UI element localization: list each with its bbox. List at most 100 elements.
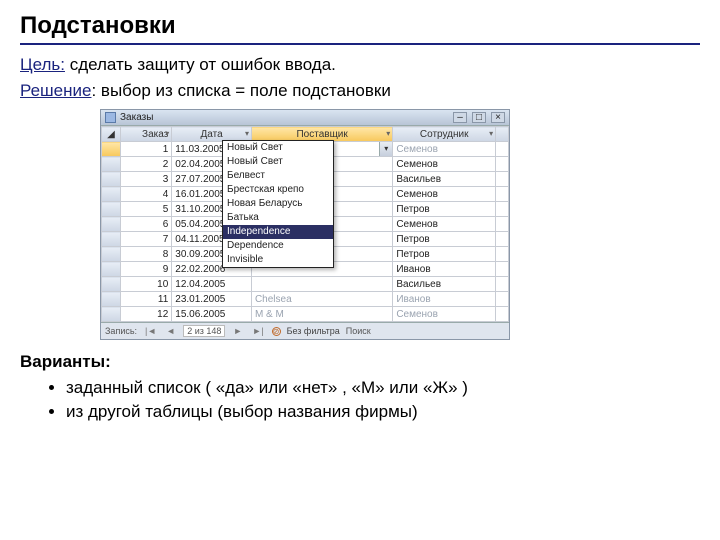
row-header[interactable] bbox=[102, 277, 121, 292]
cell-employee[interactable]: Васильев bbox=[393, 277, 496, 292]
record-position: 2 из 148 bbox=[183, 325, 225, 337]
combo-caret-icon[interactable]: ▾ bbox=[379, 142, 392, 156]
row-header[interactable] bbox=[102, 262, 121, 277]
select-all-cell[interactable]: ◢ bbox=[102, 127, 121, 142]
cell-employee[interactable]: Васильев bbox=[393, 172, 496, 187]
window-titlebar: Заказы – □ × bbox=[101, 110, 509, 126]
variants-list: заданный список ( «да» или «нет» , «М» и… bbox=[66, 378, 700, 422]
dropdown-option[interactable]: Батька bbox=[223, 211, 333, 225]
cell-employee[interactable]: Семенов bbox=[393, 307, 496, 322]
cell-supplier[interactable]: M & M bbox=[251, 307, 392, 322]
row-header[interactable] bbox=[102, 202, 121, 217]
cell-id[interactable]: 6 bbox=[120, 217, 171, 232]
column-header-extra[interactable] bbox=[496, 127, 509, 142]
cell-extra bbox=[496, 292, 509, 307]
goal-label: Цель: bbox=[20, 55, 65, 74]
minimize-button[interactable]: – bbox=[453, 112, 467, 123]
variant-item: из другой таблицы (выбор названия фирмы) bbox=[66, 402, 700, 422]
maximize-button[interactable]: □ bbox=[472, 112, 486, 123]
search-label[interactable]: Поиск bbox=[346, 326, 371, 336]
cell-employee[interactable]: Иванов bbox=[393, 292, 496, 307]
cell-supplier[interactable]: Chelsea bbox=[251, 292, 392, 307]
page-title: Подстановки bbox=[20, 12, 700, 45]
dropdown-option[interactable]: Белвест bbox=[223, 169, 333, 183]
cell-id[interactable]: 11 bbox=[120, 292, 171, 307]
cell-extra bbox=[496, 247, 509, 262]
cell-id[interactable]: 2 bbox=[120, 157, 171, 172]
cell-id[interactable]: 8 bbox=[120, 247, 171, 262]
solution-text: : выбор из списка = поле подстановки bbox=[91, 81, 390, 100]
cell-employee[interactable]: Иванов bbox=[393, 262, 496, 277]
table-row[interactable]: 1123.01.2005ChelseaИванов bbox=[102, 292, 509, 307]
solution-line: Решение: выбор из списка = поле подстано… bbox=[20, 81, 700, 101]
record-label: Запись: bbox=[105, 326, 137, 336]
cell-extra bbox=[496, 202, 509, 217]
record-navigator: Запись: |◄ ◄ 2 из 148 ► ►| ⊘ Без фильтра… bbox=[101, 322, 509, 339]
cell-date[interactable]: 23.01.2005 bbox=[172, 292, 252, 307]
cell-id[interactable]: 10 bbox=[120, 277, 171, 292]
cell-extra bbox=[496, 262, 509, 277]
cell-id[interactable]: 4 bbox=[120, 187, 171, 202]
table-row[interactable]: 1215.06.2005M & MСеменов bbox=[102, 307, 509, 322]
dropdown-option[interactable]: Брестская крепо bbox=[223, 183, 333, 197]
cell-extra bbox=[496, 232, 509, 247]
row-header[interactable] bbox=[102, 142, 121, 157]
cell-employee[interactable]: Семенов bbox=[393, 217, 496, 232]
solution-label: Решение bbox=[20, 81, 91, 100]
no-filter-label[interactable]: Без фильтра bbox=[287, 326, 340, 336]
cell-employee[interactable]: Семенов bbox=[393, 142, 496, 157]
row-header[interactable] bbox=[102, 157, 121, 172]
dropdown-option[interactable]: Dependence bbox=[223, 239, 333, 253]
table-icon bbox=[105, 112, 116, 123]
cell-employee[interactable]: Петров bbox=[393, 202, 496, 217]
window-title: Заказы bbox=[120, 112, 153, 123]
goal-line: Цель: сделать защиту от ошибок ввода. bbox=[20, 55, 700, 75]
cell-employee[interactable]: Петров bbox=[393, 247, 496, 262]
dropdown-option[interactable]: Invisible bbox=[223, 253, 333, 267]
cell-extra bbox=[496, 187, 509, 202]
nav-prev-button[interactable]: ◄ bbox=[164, 326, 177, 336]
variants-heading: Варианты: bbox=[20, 352, 700, 372]
embedded-screenshot: Заказы – □ × ◢ Заказ▾ Дата▾ Поставщик▾ С… bbox=[100, 109, 510, 340]
dropdown-option[interactable]: Новый Свет bbox=[223, 155, 333, 169]
no-filter-icon: ⊘ bbox=[272, 327, 281, 336]
cell-date[interactable]: 15.06.2005 bbox=[172, 307, 252, 322]
cell-id[interactable]: 12 bbox=[120, 307, 171, 322]
cell-extra bbox=[496, 277, 509, 292]
cell-id[interactable]: 3 bbox=[120, 172, 171, 187]
cell-id[interactable]: 9 bbox=[120, 262, 171, 277]
nav-first-button[interactable]: |◄ bbox=[143, 326, 158, 336]
dropdown-option[interactable]: Independence bbox=[223, 225, 333, 239]
row-header[interactable] bbox=[102, 232, 121, 247]
row-header[interactable] bbox=[102, 292, 121, 307]
cell-id[interactable]: 7 bbox=[120, 232, 171, 247]
cell-employee[interactable]: Семенов bbox=[393, 157, 496, 172]
row-header[interactable] bbox=[102, 217, 121, 232]
cell-extra bbox=[496, 172, 509, 187]
cell-date[interactable]: 12.04.2005 bbox=[172, 277, 252, 292]
column-header-id[interactable]: Заказ▾ bbox=[120, 127, 171, 142]
row-header[interactable] bbox=[102, 187, 121, 202]
dropdown-option[interactable]: Новая Беларусь bbox=[223, 197, 333, 211]
column-header-employee[interactable]: Сотрудник▾ bbox=[393, 127, 496, 142]
cell-extra bbox=[496, 157, 509, 172]
row-header[interactable] bbox=[102, 307, 121, 322]
close-button[interactable]: × bbox=[491, 112, 505, 123]
nav-next-button[interactable]: ► bbox=[231, 326, 244, 336]
cell-id[interactable]: 5 bbox=[120, 202, 171, 217]
row-header[interactable] bbox=[102, 247, 121, 262]
goal-text: сделать защиту от ошибок ввода. bbox=[65, 55, 336, 74]
cell-supplier[interactable] bbox=[251, 277, 392, 292]
nav-last-button[interactable]: ►| bbox=[250, 326, 265, 336]
supplier-dropdown[interactable]: Новый СветНовый СветБелвестБрестская кре… bbox=[222, 140, 334, 268]
cell-extra bbox=[496, 307, 509, 322]
dropdown-option[interactable]: Новый Свет bbox=[223, 141, 333, 155]
cell-extra bbox=[496, 217, 509, 232]
cell-extra bbox=[496, 142, 509, 157]
cell-id[interactable]: 1 bbox=[120, 142, 171, 157]
variant-item: заданный список ( «да» или «нет» , «М» и… bbox=[66, 378, 700, 398]
cell-employee[interactable]: Семенов bbox=[393, 187, 496, 202]
table-row[interactable]: 1012.04.2005 Васильев bbox=[102, 277, 509, 292]
row-header[interactable] bbox=[102, 172, 121, 187]
cell-employee[interactable]: Петров bbox=[393, 232, 496, 247]
